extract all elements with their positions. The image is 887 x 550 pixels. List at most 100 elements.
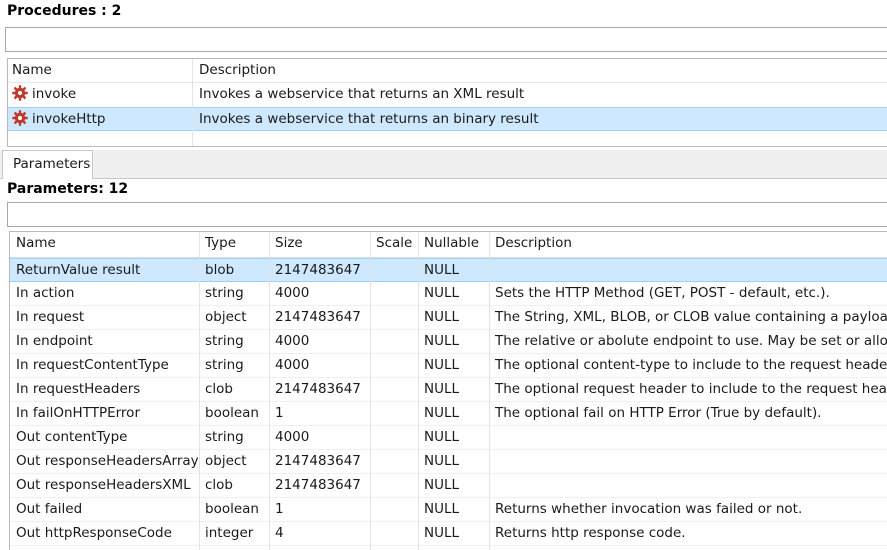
parameter-row[interactable]: Out failed boolean 1 NULL Returns whether in… bbox=[10, 498, 887, 522]
column-header-name[interactable]: Name bbox=[10, 232, 199, 257]
parameter-nullable: NULL bbox=[424, 477, 460, 493]
parameter-description: The relative or abolute endpoint to use.… bbox=[495, 333, 887, 349]
procedures-filter-input[interactable] bbox=[5, 27, 887, 52]
parameter-scale bbox=[370, 378, 418, 401]
parameter-type: object bbox=[205, 309, 247, 325]
parameter-scale bbox=[370, 474, 418, 497]
parameter-scale bbox=[370, 282, 418, 305]
parameter-type: boolean bbox=[205, 501, 259, 517]
parameter-name: In failOnHTTPError bbox=[16, 405, 140, 421]
parameter-type: string bbox=[205, 429, 244, 445]
gear-icon bbox=[12, 110, 28, 126]
parameter-size: 1 bbox=[275, 501, 284, 517]
parameter-name: In action bbox=[16, 285, 75, 301]
parameter-nullable: NULL bbox=[424, 525, 460, 541]
procedure-row[interactable]: invokeHttp Invokes a webservice that retu… bbox=[8, 107, 887, 131]
parameters-table: Name Type Size Scale Nullable Descriptio… bbox=[9, 231, 887, 550]
parameter-row[interactable]: ReturnValue result blob 2147483647 NULL bbox=[10, 258, 887, 282]
parameter-nullable: NULL bbox=[424, 357, 460, 373]
parameter-size: 1 bbox=[275, 405, 284, 421]
parameter-row[interactable]: Out responseHeadersArray object 2147483647… bbox=[10, 450, 887, 474]
parameter-nullable: NULL bbox=[424, 309, 460, 325]
parameter-type: string bbox=[205, 357, 244, 373]
parameter-name: Out contentType bbox=[16, 429, 128, 445]
parameter-type: clob bbox=[205, 477, 234, 493]
procedure-name: invoke bbox=[32, 86, 77, 102]
parameter-name: Out failed bbox=[16, 501, 83, 517]
tab-parameters[interactable]: Parameters bbox=[2, 150, 93, 179]
parameter-type: boolean bbox=[205, 405, 259, 421]
parameter-description: The String, XML, BLOB, or CLOB value con… bbox=[495, 309, 887, 325]
parameter-description bbox=[489, 426, 887, 449]
parameter-scale bbox=[370, 522, 418, 545]
procedures-table: Name Description invoke Invokes a webserv… bbox=[7, 58, 887, 147]
column-header-name[interactable]: Name bbox=[12, 59, 192, 82]
parameter-description: Returns whether invocation was failed or… bbox=[495, 501, 803, 517]
parameter-description: The optional content-type to include to … bbox=[495, 357, 887, 373]
parameter-scale bbox=[370, 402, 418, 425]
parameter-name: In requestContentType bbox=[16, 357, 169, 373]
parameter-row[interactable]: Out responseHeadersXML clob 2147483647 NULL bbox=[10, 474, 887, 498]
column-header-nullable[interactable]: Nullable bbox=[418, 232, 489, 257]
procedure-description: Invokes a webservice that returns an bin… bbox=[199, 111, 539, 127]
parameter-type: clob bbox=[205, 381, 234, 397]
gear-icon bbox=[12, 85, 28, 101]
parameters-filter-input[interactable] bbox=[7, 202, 887, 227]
parameter-size: 4 bbox=[275, 525, 284, 541]
parameters-title: Parameters: 12 bbox=[7, 181, 129, 197]
column-header-type[interactable]: Type bbox=[199, 232, 269, 257]
parameter-name: In requestHeaders bbox=[16, 381, 141, 397]
parameter-name: In request bbox=[16, 309, 85, 325]
parameter-size: 4000 bbox=[275, 429, 310, 445]
column-header-size[interactable]: Size bbox=[269, 232, 370, 257]
parameter-type: string bbox=[205, 333, 244, 349]
parameter-description: The optional request header to include t… bbox=[495, 381, 887, 397]
parameter-nullable: NULL bbox=[424, 405, 460, 421]
parameter-nullable: NULL bbox=[424, 501, 460, 517]
column-header-description[interactable]: Description bbox=[199, 59, 887, 82]
parameter-name: Out httpResponseCode bbox=[16, 525, 172, 541]
parameter-row[interactable]: Out contentType string 4000 NULL bbox=[10, 426, 887, 450]
parameter-size: 2147483647 bbox=[275, 309, 361, 325]
parameter-nullable: NULL bbox=[424, 381, 460, 397]
parameter-size: 4000 bbox=[275, 357, 310, 373]
parameter-row[interactable]: In failOnHTTPError boolean 1 NULL The option… bbox=[10, 402, 887, 426]
parameter-nullable: NULL bbox=[424, 262, 460, 278]
parameter-description bbox=[489, 474, 887, 497]
parameter-description: Returns http response code. bbox=[495, 525, 686, 541]
parameter-row[interactable]: Out httpResponseCode integer 4 NULL Returns … bbox=[10, 522, 887, 546]
parameter-nullable: NULL bbox=[424, 333, 460, 349]
procedures-title: Procedures : 2 bbox=[7, 3, 122, 19]
parameter-scale bbox=[370, 450, 418, 473]
parameter-type: integer bbox=[205, 525, 254, 541]
parameter-size: 2147483647 bbox=[275, 453, 361, 469]
parameter-scale bbox=[370, 354, 418, 377]
parameter-row[interactable]: In requestContentType string 4000 NULL The o… bbox=[10, 354, 887, 378]
parameter-size: 2147483647 bbox=[275, 477, 361, 493]
procedures-table-header: Name Description bbox=[8, 59, 887, 83]
parameter-name: In endpoint bbox=[16, 333, 93, 349]
column-header-description[interactable]: Description bbox=[489, 232, 887, 257]
parameter-row[interactable]: In action string 4000 NULL Sets the HTTP Met… bbox=[10, 282, 887, 306]
procedure-row[interactable]: invoke Invokes a webservice that returns … bbox=[8, 83, 887, 107]
parameter-name: Out responseHeadersArray bbox=[16, 453, 199, 469]
parameters-table-header: Name Type Size Scale Nullable Descriptio… bbox=[10, 232, 887, 258]
parameter-row[interactable]: In endpoint string 4000 NULL The relative or… bbox=[10, 330, 887, 354]
parameter-scale bbox=[370, 426, 418, 449]
parameter-nullable: NULL bbox=[424, 429, 460, 445]
parameter-row[interactable]: In requestHeaders clob 2147483647 NULL The o… bbox=[10, 378, 887, 402]
parameter-scale bbox=[370, 498, 418, 521]
parameter-size: 4000 bbox=[275, 285, 310, 301]
parameter-scale bbox=[370, 306, 418, 329]
parameter-nullable: NULL bbox=[424, 285, 460, 301]
parameter-size: 2147483647 bbox=[275, 262, 361, 278]
column-header-scale[interactable]: Scale bbox=[370, 232, 418, 257]
parameter-description bbox=[489, 259, 887, 281]
parameter-type: string bbox=[205, 285, 244, 301]
parameter-type: object bbox=[205, 453, 247, 469]
parameter-name: Out responseHeadersXML bbox=[16, 477, 191, 493]
parameter-row[interactable]: In request object 2147483647 NULL The String… bbox=[10, 306, 887, 330]
procedure-name: invokeHttp bbox=[32, 111, 106, 127]
parameter-type: blob bbox=[205, 262, 235, 278]
tab-bar: Parameters bbox=[0, 150, 887, 179]
